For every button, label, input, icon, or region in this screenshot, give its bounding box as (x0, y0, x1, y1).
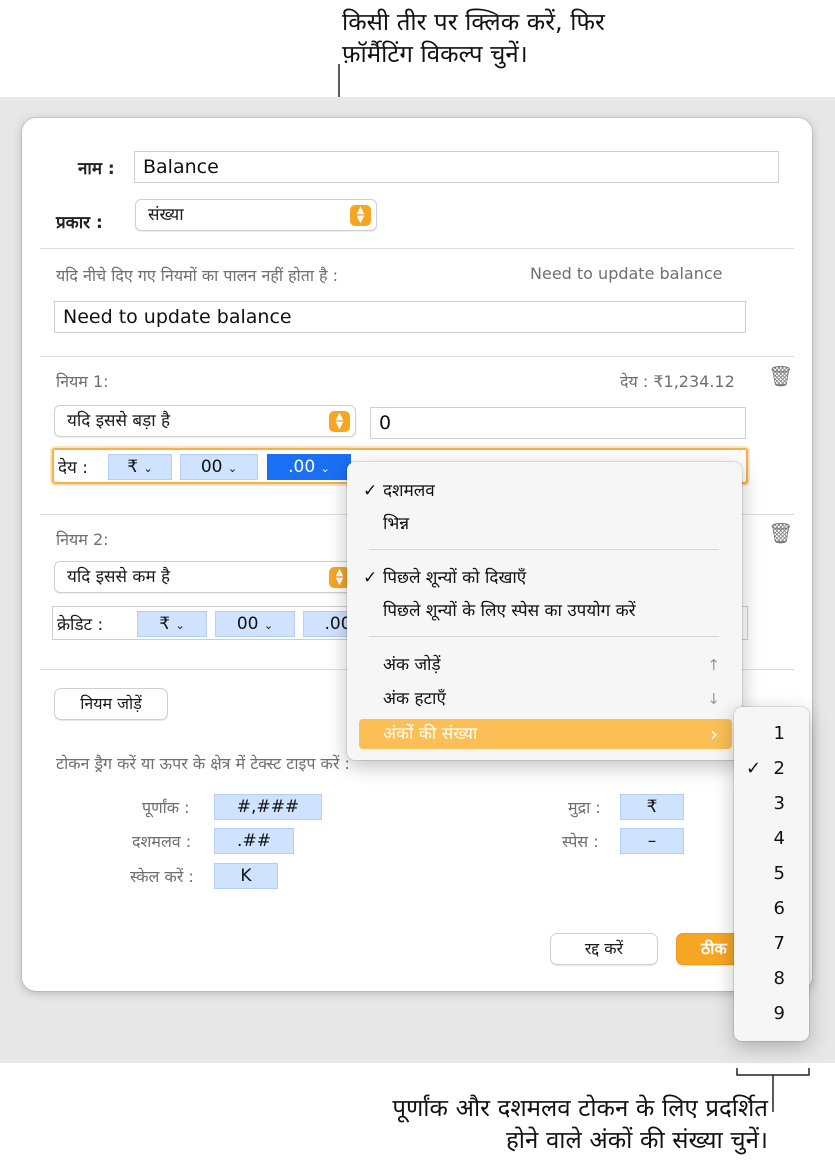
menu-separator (369, 549, 719, 550)
chevron-down-icon: ⌄ (263, 619, 274, 632)
submenu-item[interactable]: 4 (734, 821, 809, 856)
menu-item-add-digit[interactable]: अंक जोड़ें ↑ (359, 650, 732, 680)
rules-preview: Need to update balance (530, 264, 723, 283)
submenu-item[interactable]: ✓ 2 (734, 751, 809, 786)
menu-item-fraction[interactable]: भिन्न (359, 509, 732, 539)
rule1-integer-token[interactable]: 00 ⌄ (180, 454, 258, 480)
token-hint: टोकन ड्रैग करें या ऊपर के क्षेत्र में टे… (56, 754, 350, 773)
rule1-condition-popup[interactable]: यदि इससे बड़ा है ▲ ▼ (54, 405, 356, 437)
rule2-currency-token-text: ₹ (159, 614, 171, 634)
rules-condition-label: यदि नीचे दिए गए नियमों का पालन नहीं होता… (56, 266, 339, 285)
submenu-item[interactable]: 5 (734, 856, 809, 891)
submenu-item[interactable]: 9 (734, 996, 809, 1031)
arrow-down-icon: ↓ (707, 690, 720, 708)
submenu-item[interactable]: 3 (734, 786, 809, 821)
rule2-integer-token[interactable]: 00 ⌄ (215, 611, 295, 637)
rule1-decimal-token[interactable]: .00 ⌄ (267, 454, 351, 480)
menu-item-digit-count[interactable]: अंकों की संख्या › (359, 719, 732, 749)
menu-item-space-trailing-zeros[interactable]: पिछले शून्यों के लिए स्पेस का उपयोग करें (359, 596, 732, 626)
menu-separator (369, 636, 719, 637)
rule2-condition-value: यदि इससे कम है (67, 567, 171, 587)
rule1-currency-token-text: ₹ (127, 457, 139, 477)
add-rule-button[interactable]: नियम जोड़ें (54, 688, 168, 720)
currency-token[interactable]: ₹ (620, 794, 684, 820)
scale-token[interactable]: K (214, 863, 278, 889)
chevron-down-icon: ⌄ (320, 462, 330, 475)
menu-item-remove-digit[interactable]: अंक हटाएँ ↓ (359, 684, 732, 714)
menu-item-show-trailing-zeros-label: पिछले शून्यों को दिखाएँ (383, 568, 527, 588)
submenu-item[interactable]: 7 (734, 926, 809, 961)
rule1-decimal-token-text: .00 (288, 457, 316, 477)
currency-label: मुद्रा : (568, 798, 601, 817)
menu-item-decimal[interactable]: ✓ दशमलव (359, 476, 732, 506)
chevron-down-icon: ⌄ (143, 462, 153, 475)
name-field[interactable]: Balance (134, 151, 779, 183)
menu-item-remove-digit-label: अंक हटाएँ (383, 689, 446, 709)
menu-item-decimal-label: दशमलव (383, 481, 435, 501)
rules-not-met-field[interactable]: Need to update balance (54, 301, 746, 333)
type-label: प्रकार : (56, 213, 103, 233)
callout-bottom-line1: पूर्णांक और दशमलव टोकन के लिए प्रदर्शित (392, 1094, 768, 1122)
callout-bottom-line2: होने वाले अंकों की संख्या चुनें। (506, 1126, 768, 1154)
rule1-condition-value: यदि इससे बड़ा है (67, 411, 171, 431)
chevron-down-icon: ⌄ (175, 619, 185, 632)
submenu-item[interactable]: 1 (734, 716, 809, 751)
rule1-trash-icon[interactable]: 🗑 (768, 364, 793, 388)
submenu-item-label: 2 (773, 758, 785, 779)
name-label: नाम : (78, 159, 115, 179)
space-token[interactable]: – (620, 828, 684, 854)
checkmark-icon: ✓ (363, 568, 378, 588)
decimal-token[interactable]: .## (214, 828, 294, 854)
separator-2 (40, 356, 794, 357)
menu-item-digit-count-label: अंकों की संख्या (383, 724, 478, 744)
rule1-preview: देय : ₹1,234.12 (620, 372, 735, 391)
submenu-item[interactable]: 8 (734, 961, 809, 996)
checkmark-icon: ✓ (363, 481, 378, 501)
type-popup-value: संख्या (148, 205, 184, 225)
submenu-item[interactable]: 6 (734, 891, 809, 926)
rule1-title: नियम 1: (56, 372, 109, 391)
format-menu: ✓ दशमलव भिन्न ✓ पिछले शून्यों को दिखाएँ … (347, 462, 742, 760)
callout-bottom: पूर्णांक और दशमलव टोकन के लिए प्रदर्शित … (290, 1092, 768, 1156)
arrow-up-icon: ↑ (707, 656, 720, 674)
menu-item-space-trailing-zeros-label: पिछले शून्यों के लिए स्पेस का उपयोग करें (383, 601, 636, 621)
rule1-value-field[interactable]: 0 (370, 407, 746, 439)
rule1-currency-token[interactable]: ₹ ⌄ (108, 454, 172, 480)
scale-label: स्केल करें : (130, 867, 194, 886)
menu-item-fraction-label: भिन्न (383, 514, 410, 534)
rule2-title: नियम 2: (56, 530, 109, 549)
chevron-right-icon: › (710, 722, 718, 746)
rule2-prefix: क्रेडिट : (57, 615, 104, 635)
rule1-integer-token-text: 00 (200, 457, 223, 477)
rule2-trash-icon[interactable]: 🗑 (768, 521, 793, 545)
space-label: स्पेस : (562, 832, 599, 851)
rule2-currency-token[interactable]: ₹ ⌄ (137, 611, 207, 637)
menu-item-show-trailing-zeros[interactable]: ✓ पिछले शून्यों को दिखाएँ (359, 563, 732, 593)
rule2-condition-popup[interactable]: यदि इससे कम है ▲ ▼ (54, 561, 356, 593)
rule2-integer-token-text: 00 (236, 614, 259, 634)
digit-count-submenu: 1 ✓ 2 3 4 5 6 7 8 9 (734, 707, 809, 1041)
checkmark-icon: ✓ (746, 758, 762, 779)
cancel-button[interactable]: रद्द करें (550, 933, 658, 965)
decimal-label: दशमलव : (132, 832, 192, 851)
chevron-down-icon: ⌄ (227, 462, 238, 475)
menu-item-add-digit-label: अंक जोड़ें (383, 655, 441, 675)
integer-label: पूर्णांक : (142, 798, 190, 817)
separator-1 (40, 248, 794, 249)
rule1-prefix: देय : (58, 458, 89, 478)
updown-arrow-icon: ▲ ▼ (350, 205, 371, 226)
integer-token[interactable]: #,### (214, 794, 322, 820)
type-popup[interactable]: संख्या ▲ ▼ (135, 199, 377, 231)
updown-arrow-icon: ▲ ▼ (329, 411, 350, 432)
